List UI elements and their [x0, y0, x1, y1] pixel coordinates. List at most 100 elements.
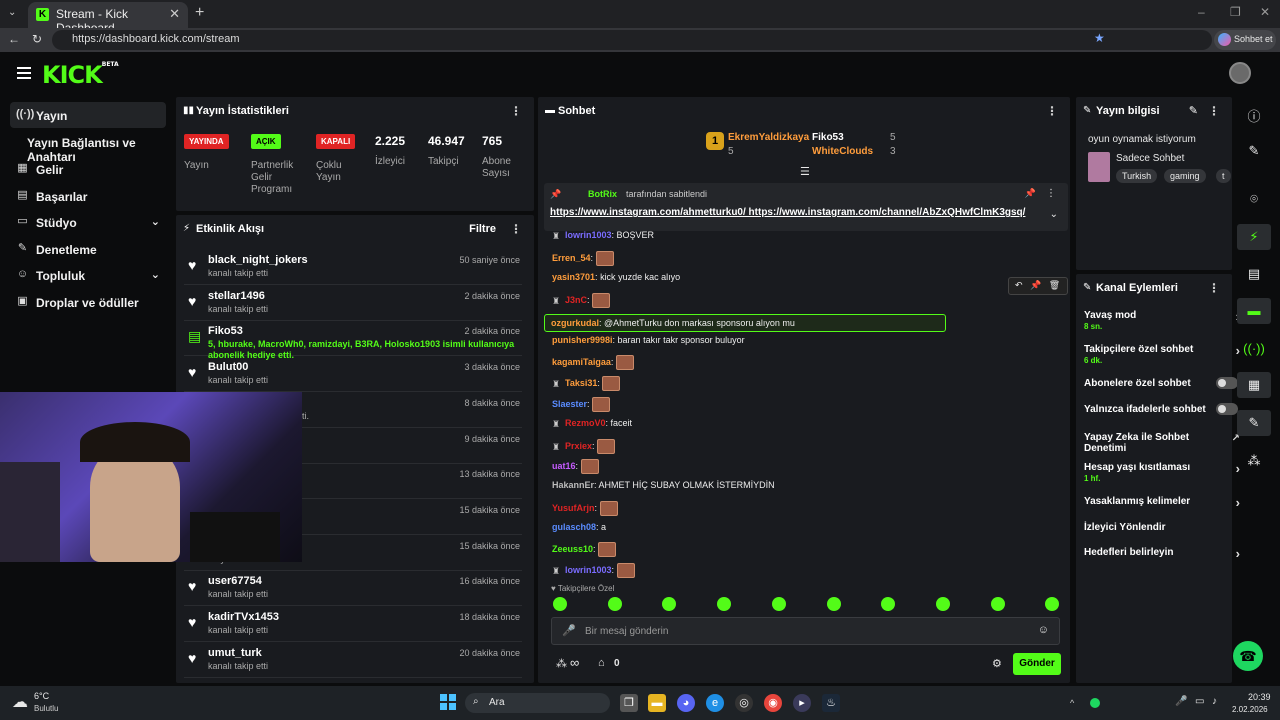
back-icon[interactable]: ← [8, 32, 20, 46]
activity-item[interactable]: ♥ black_night_jokers kanalı takip etti 50 s… [184, 249, 522, 285]
emote-icon[interactable] [990, 597, 1005, 611]
channel-action-item[interactable]: Takipçilere özel sohbet 6 dk. › [1084, 344, 1240, 366]
collapse-leaderboard-icon[interactable]: ☰ [800, 165, 810, 178]
sidebar-item-moderation[interactable]: ✎ Denetleme [10, 236, 166, 262]
maximize-icon[interactable]: ❐ [1230, 5, 1241, 19]
sidebar-item-community[interactable]: ☺ Topluluk ⌄ [10, 262, 166, 288]
channel-action-item[interactable]: Yapay Zeka ile Sohbet Denetimi ↗ [1084, 432, 1240, 454]
taskbar-search[interactable]: ⌕ Ara [465, 693, 610, 713]
stats-rail-icon[interactable]: ▦ [1237, 372, 1271, 398]
channel-action-item[interactable]: Yavaş mod8 sn.› [1084, 310, 1240, 332]
clock-time[interactable]: 20:39 [1248, 692, 1271, 702]
windows-start-icon[interactable] [440, 694, 456, 710]
channel-action-item[interactable]: Hesap yaşı kısıtlaması 1 hf. › [1084, 462, 1240, 484]
wrench-rail-icon[interactable]: ✎ [1237, 410, 1271, 436]
activity-item[interactable]: ♥ kadirTVx1453 kanalı takip etti 18 dakika … [184, 606, 522, 642]
steam-icon[interactable]: ♨ [822, 694, 840, 712]
category-name[interactable]: Sadece Sohbet [1116, 153, 1184, 164]
chat-rail-icon[interactable]: ▬ [1237, 298, 1271, 324]
channel-action-item[interactable]: Yalnızca ifadelerle sohbet [1084, 403, 1238, 415]
tab-list-chevron-icon[interactable]: ⌄ [8, 7, 16, 18]
activity-rail-icon[interactable]: ⚡ [1237, 224, 1271, 250]
app-icon[interactable]: ▸ [793, 694, 811, 712]
info-rail-icon[interactable]: ⓘ [1237, 101, 1271, 127]
chat-username[interactable]: Erren_54 [552, 253, 591, 263]
channel-action-item[interactable]: Abonelere özel sohbet [1084, 377, 1238, 389]
chat-username[interactable]: yasin3701 [552, 272, 595, 282]
url-field[interactable]: https://dashboard.kick.com/stream [52, 30, 1212, 50]
chat-username[interactable]: lowrin1003 [565, 565, 612, 575]
microphone-icon[interactable]: 🎤 [562, 624, 576, 637]
chat-message[interactable]: HakannEr: AHMET HİÇ SUBAY OLMAK İSTERMİY… [552, 480, 775, 490]
emote-icon[interactable] [662, 597, 677, 611]
reload-icon[interactable]: ↻ [32, 32, 42, 46]
edit-icon[interactable]: ✎ [1189, 104, 1198, 117]
chat-username[interactable]: kagamiTaigaa [552, 357, 611, 367]
chat-username[interactable]: YusufArjn [552, 503, 595, 513]
filter-button[interactable]: Filtre [469, 223, 496, 235]
hamburger-menu-icon[interactable] [17, 67, 31, 79]
chat-message[interactable]: yasin3701: kick yuzde kac alıyo [552, 272, 680, 282]
leader-3-name[interactable]: WhiteClouds [812, 146, 873, 157]
chat-username[interactable]: uat16 [552, 461, 576, 471]
more-options-icon[interactable]: ⋮ [1208, 281, 1220, 295]
edge-icon[interactable]: e [706, 694, 724, 712]
favorite-star-icon[interactable]: ★ [1094, 31, 1105, 45]
chat-message[interactable]: gulasch08: a [552, 522, 606, 532]
obs-icon[interactable]: ◎ [735, 694, 753, 712]
activity-item[interactable]: ♥ Bulut00 kanalı takip etti 3 dakika önce [184, 356, 522, 393]
emote-icon[interactable] [717, 597, 732, 611]
leader-1-name[interactable]: EkremYaldizkaya [728, 132, 809, 143]
user-avatar[interactable] [1229, 62, 1251, 84]
chat-message[interactable]: ♜ lowrin1003: BOŞVER [552, 230, 654, 241]
minimize-icon[interactable]: – [1198, 5, 1205, 19]
chat-message[interactable]: ozgurkudal: @AhmetTurku don markası spon… [544, 314, 946, 332]
chat-username[interactable]: Taksi31 [565, 378, 597, 388]
chat-username[interactable]: Prxiex [565, 441, 592, 451]
chat-username[interactable]: Slaester [552, 399, 587, 409]
activity-item[interactable]: ♥ umut_turk kanalı takip etti 20 dakika önc… [184, 642, 522, 678]
browser-tab[interactable]: K Stream - Kick Dashboard ✕ [28, 2, 188, 35]
network-icon[interactable]: ▭ [1195, 696, 1204, 707]
sidebar-item-revenue[interactable]: ▦ Gelir [10, 156, 166, 182]
chat-message[interactable]: ♜ Taksi31: [552, 376, 621, 391]
emote-icon[interactable] [1045, 597, 1060, 611]
tray-app-icon[interactable] [1090, 698, 1100, 708]
activity-item[interactable]: ♥ user67754 kanalı takip etti 16 dakika önc… [184, 570, 522, 607]
emote-icon[interactable] [935, 597, 950, 611]
toggle-switch[interactable] [1216, 377, 1238, 389]
emoji-picker-icon[interactable]: ☺ [1038, 624, 1049, 636]
chat-message[interactable]: uat16: [552, 459, 599, 474]
chat-username[interactable]: gulasch08 [552, 522, 596, 532]
sidebar-item-stream[interactable]: ((·)) Yayın [10, 102, 166, 128]
emote-icon[interactable] [607, 597, 622, 611]
discord-icon[interactable]: ◕ [677, 694, 695, 712]
tray-expand-icon[interactable]: ^ [1070, 698, 1074, 708]
chat-settings-icon[interactable]: ⚙ [992, 657, 1002, 670]
document-rail-icon[interactable]: ▤ [1237, 261, 1271, 287]
chat-username[interactable]: Zeeuss10 [552, 544, 593, 554]
chat-username[interactable]: punisher9998i [552, 335, 613, 345]
chat-message[interactable]: ♜ RezmoV0: faceit [552, 418, 632, 429]
kick-logo[interactable]: KICKBETA [42, 61, 119, 89]
volume-icon[interactable]: ♪ [1212, 696, 1217, 707]
reply-icon[interactable]: ↶ [1015, 280, 1023, 290]
capture-rail-icon[interactable]: ⌾ [1237, 186, 1271, 212]
task-view-icon[interactable]: ❐ [620, 694, 638, 712]
chat-message[interactable]: Erren_54: [552, 251, 614, 266]
new-tab-icon[interactable]: + [195, 4, 204, 22]
chat-message[interactable]: ♜ J3nC: [552, 293, 611, 308]
more-options-icon[interactable]: ⋮ [1046, 104, 1058, 118]
chrome-icon[interactable]: ◉ [764, 694, 782, 712]
chat-message[interactable]: punisher9998i: baran takır takr sponsor … [552, 335, 745, 345]
edit-rail-icon[interactable]: ✎ [1237, 138, 1271, 164]
channel-action-item[interactable]: Yasaklanmış kelimeler › [1084, 496, 1240, 509]
chat-input[interactable]: 🎤 Bir mesaj gönderin ☺ [551, 617, 1060, 645]
pinned-more-icon[interactable]: ⋮ [1046, 188, 1056, 199]
activity-item[interactable]: ♥ stellar1496 kanalı takip etti 2 dakika ön… [184, 285, 522, 321]
activity-item[interactable]: ▤ Fiko53 5, hburake, MacroWh0, ramizdayi, … [184, 320, 522, 360]
more-options-icon[interactable]: ⋮ [510, 104, 522, 118]
sidebar-item-stream-key[interactable]: Yayın Bağlantısı ve Anahtarı [10, 129, 175, 164]
community-rail-icon[interactable]: ⁂ [1237, 448, 1271, 474]
support-chat-icon[interactable]: ☎ [1233, 641, 1263, 671]
